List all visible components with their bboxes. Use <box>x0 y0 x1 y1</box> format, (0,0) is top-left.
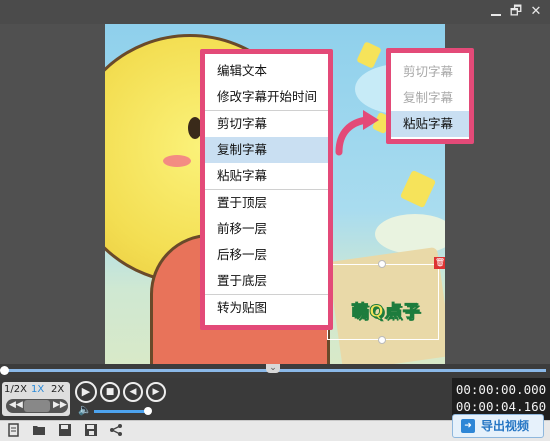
total-time: 00:00:04.160 <box>455 399 547 414</box>
volume-control[interactable]: 🔈 <box>78 403 158 416</box>
new-project-icon[interactable] <box>6 423 22 439</box>
export-video-button[interactable]: ➜ 导出视频 <box>452 414 544 438</box>
menu-item-cut-subtitle-disabled: 剪切字幕 <box>403 64 454 79</box>
share-icon[interactable] <box>108 423 124 439</box>
jog-slider[interactable]: ◀◀ ▶▶ <box>6 399 68 413</box>
speed-half[interactable]: 1/2X <box>4 384 27 395</box>
resize-handle[interactable] <box>378 336 386 344</box>
jog-handle[interactable] <box>24 400 50 412</box>
menu-item-paste-subtitle[interactable]: 粘贴字幕 <box>205 163 328 189</box>
menu-item-copy-subtitle-disabled: 复制字幕 <box>403 90 454 105</box>
context-menu: 编辑文本 修改字幕开始时间 剪切字幕 复制字幕 粘贴字幕 置于顶层 前移一层 后… <box>200 49 333 330</box>
delete-icon[interactable]: 🗑 <box>434 257 445 269</box>
restore-icon[interactable]: 🗗 <box>508 4 524 20</box>
export-video-label: 导出视频 <box>481 419 530 433</box>
paste-menu-demo: 剪切字幕 复制字幕 粘贴字幕 <box>386 48 474 144</box>
confetti-shape <box>356 41 382 69</box>
menu-item-bring-to-front[interactable]: 置于顶层 <box>205 190 328 216</box>
save-icon[interactable] <box>57 423 73 439</box>
next-frame-icon[interactable]: ▶ <box>146 382 166 402</box>
subtitle-text: 萌Q点子 <box>351 302 421 323</box>
speed-selector: 1/2X 1X 2X ◀◀ ▶▶ <box>2 382 70 416</box>
menu-item-paste-subtitle-highlighted[interactable]: 粘贴字幕 <box>391 111 469 137</box>
stop-icon[interactable]: ■ <box>100 382 120 402</box>
rotate-handle[interactable] <box>378 260 386 268</box>
chevron-down-icon[interactable]: ⌄ <box>266 364 280 373</box>
menu-item-copy-subtitle[interactable]: 复制字幕 <box>205 137 328 163</box>
curved-arrow-icon <box>335 110 379 156</box>
menu-item-change-start-time[interactable]: 修改字幕开始时间 <box>205 84 328 110</box>
volume-track[interactable] <box>94 410 146 413</box>
fast-forward-icon[interactable]: ▶▶ <box>53 400 67 410</box>
volume-knob[interactable] <box>144 407 152 415</box>
subtitle-textbox[interactable]: 🗑 萌Q点子 <box>327 257 445 344</box>
menu-item-cut-subtitle[interactable]: 剪切字幕 <box>205 111 328 137</box>
current-time: 00:00:00.000 <box>455 382 547 397</box>
menu-item-send-to-back[interactable]: 置于底层 <box>205 268 328 294</box>
confetti-shape <box>399 169 437 209</box>
chick-cheek <box>163 155 191 167</box>
volume-icon[interactable]: 🔈 <box>78 403 92 416</box>
play-icon[interactable]: ▶ <box>75 381 97 403</box>
open-folder-icon[interactable] <box>31 423 47 439</box>
seek-knob[interactable] <box>0 366 9 375</box>
save-as-icon[interactable] <box>83 423 99 439</box>
menu-item-bring-forward[interactable]: 前移一层 <box>205 216 328 242</box>
menu-item-convert-to-sticker[interactable]: 转为贴图 <box>205 295 328 321</box>
rewind-icon[interactable]: ◀◀ <box>9 400 23 410</box>
title-bar: 🗗 ✕ <box>0 0 550 24</box>
speed-double[interactable]: 2X <box>51 384 64 395</box>
previous-frame-icon[interactable]: ◀ <box>123 382 143 402</box>
close-icon[interactable]: ✕ <box>528 4 544 20</box>
speed-normal[interactable]: 1X <box>31 384 44 395</box>
minimize-icon[interactable] <box>488 4 504 20</box>
seek-bar[interactable]: ⌄ <box>0 364 550 378</box>
menu-item-edit-text[interactable]: 编辑文本 <box>205 58 328 84</box>
export-icon: ➜ <box>461 419 475 433</box>
menu-item-send-backward[interactable]: 后移一层 <box>205 242 328 268</box>
